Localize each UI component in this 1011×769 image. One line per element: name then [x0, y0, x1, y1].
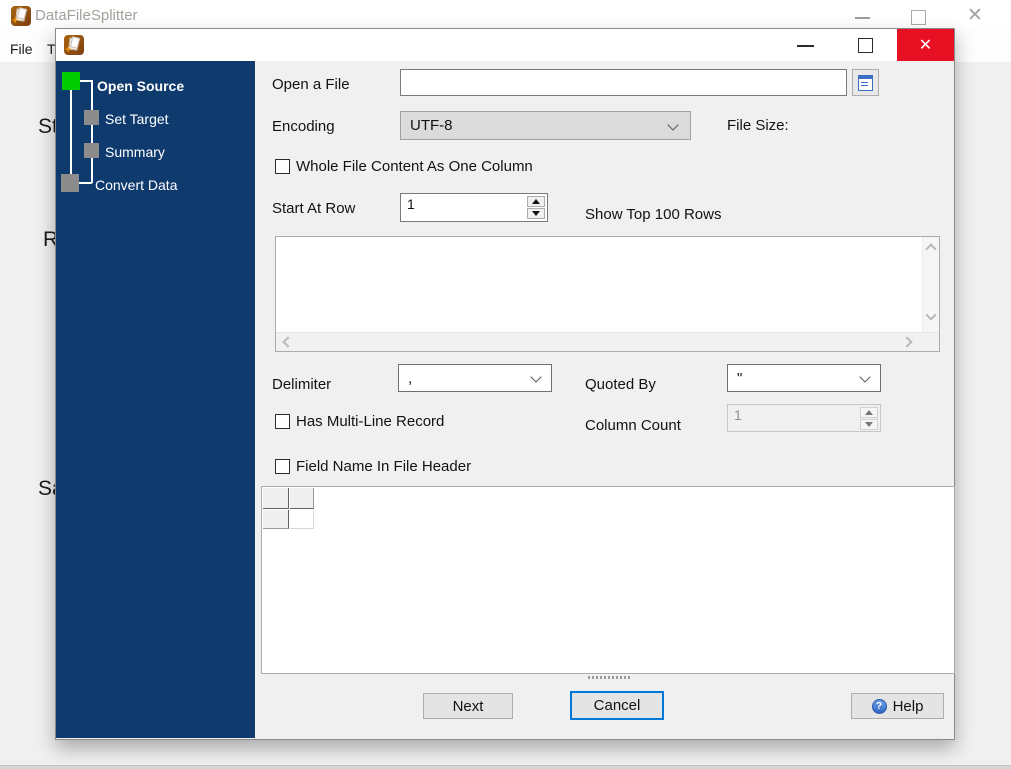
- main-window-title: DataFileSplitter: [35, 7, 138, 24]
- arrow-up-icon: [865, 410, 873, 415]
- step-indicator-active: [62, 72, 80, 90]
- field-name-checkbox-label[interactable]: Field Name In File Header: [296, 458, 471, 475]
- close-icon: ✕: [918, 37, 933, 54]
- arrow-down-icon: [532, 211, 540, 216]
- question-circle-icon: ?: [871, 698, 887, 714]
- start-at-row-stepper[interactable]: [400, 193, 548, 222]
- wizard-tree-line: [70, 90, 72, 174]
- dialog-titlebar: [56, 29, 954, 61]
- dialog-minimize-icon[interactable]: [797, 45, 814, 47]
- main-close-icon[interactable]: ✕: [967, 4, 983, 27]
- multiline-record-checkbox[interactable]: [275, 414, 290, 429]
- whole-file-checkbox[interactable]: [275, 159, 290, 174]
- grid-data-cell[interactable]: [290, 510, 314, 529]
- column-count-stepper: [727, 404, 881, 432]
- spin-down-button: [860, 419, 878, 430]
- field-name-checkbox[interactable]: [275, 459, 290, 474]
- quoted-by-select[interactable]: ": [727, 364, 881, 392]
- document-icon: [858, 74, 873, 91]
- cancel-button[interactable]: Cancel: [570, 691, 664, 720]
- grid-row-header[interactable]: [263, 510, 289, 529]
- data-grid[interactable]: [261, 486, 955, 674]
- encoding-select[interactable]: UTF-8: [400, 111, 691, 140]
- spin-up-button[interactable]: [527, 196, 545, 207]
- vertical-scrollbar[interactable]: [922, 237, 939, 333]
- screen: + DataFileSplitter ✕ File T St R Sa + ✕ …: [0, 0, 1011, 769]
- encoding-label: Encoding: [272, 118, 335, 135]
- delimiter-label: Delimiter: [272, 376, 332, 393]
- start-at-row-input[interactable]: [407, 196, 497, 212]
- wizard-step-convert-data[interactable]: Convert Data: [95, 177, 177, 193]
- start-at-row-label: Start At Row: [272, 200, 356, 217]
- open-file-label: Open a File: [272, 76, 350, 93]
- file-preview-area[interactable]: [275, 236, 940, 352]
- help-button-label: Help: [892, 697, 924, 715]
- menu-item-file[interactable]: File: [10, 41, 33, 57]
- quoted-by-label: Quoted By: [585, 376, 656, 393]
- step-indicator-pending: [61, 174, 79, 192]
- wizard-tree-line: [91, 80, 93, 183]
- grid-corner-header[interactable]: [263, 488, 289, 509]
- show-top-rows-label: Show Top 100 Rows: [585, 206, 722, 223]
- main-maximize-icon[interactable]: [911, 10, 926, 25]
- horizontal-scrollbar[interactable]: [276, 332, 939, 351]
- scroll-right-icon[interactable]: [901, 336, 913, 348]
- delimiter-select[interactable]: ,: [398, 364, 552, 392]
- next-button[interactable]: Next: [423, 693, 513, 719]
- quoted-by-value: ": [737, 369, 743, 387]
- help-button[interactable]: ? Help: [851, 693, 944, 719]
- dialog-close-button[interactable]: ✕: [897, 29, 954, 61]
- column-count-label: Column Count: [585, 417, 681, 434]
- file-size-label: File Size:: [727, 117, 789, 134]
- browse-button[interactable]: [852, 69, 879, 96]
- delimiter-value: ,: [408, 369, 413, 387]
- whole-file-checkbox-label[interactable]: Whole File Content As One Column: [296, 158, 533, 175]
- wizard-sidebar: [56, 61, 255, 738]
- wizard-tree-line: [79, 182, 92, 184]
- wizard-step-set-target[interactable]: Set Target: [105, 111, 169, 127]
- chevron-down-icon: [530, 371, 542, 383]
- step-indicator-pending: [84, 143, 99, 158]
- arrow-up-icon: [532, 199, 540, 204]
- spin-down-button[interactable]: [527, 208, 545, 219]
- scroll-down-icon[interactable]: [925, 309, 937, 321]
- scroll-left-icon[interactable]: [282, 336, 294, 348]
- splitter-gripper: [588, 676, 632, 679]
- step-indicator-pending: [84, 110, 99, 125]
- chevron-down-icon: [859, 371, 871, 383]
- chevron-down-icon: [667, 119, 679, 131]
- multiline-record-checkbox-label[interactable]: Has Multi-Line Record: [296, 413, 444, 430]
- dialog-maximize-icon[interactable]: [858, 38, 873, 53]
- main-minimize-icon[interactable]: [855, 17, 870, 19]
- column-count-input: [734, 407, 824, 423]
- scroll-up-icon[interactable]: [925, 243, 937, 255]
- encoding-value: UTF-8: [410, 117, 453, 134]
- dialog-app-icon: +: [64, 35, 84, 56]
- arrow-down-icon: [865, 422, 873, 427]
- app-icon: +: [11, 6, 31, 27]
- spin-up-button: [860, 407, 878, 418]
- wizard-step-open-source[interactable]: Open Source: [97, 78, 184, 94]
- wizard-step-summary[interactable]: Summary: [105, 144, 165, 160]
- window-bottom-edge: [0, 765, 1011, 769]
- main-window-titlebar: [0, 0, 1011, 30]
- open-file-input[interactable]: [400, 69, 847, 96]
- grid-column-header[interactable]: [290, 488, 314, 509]
